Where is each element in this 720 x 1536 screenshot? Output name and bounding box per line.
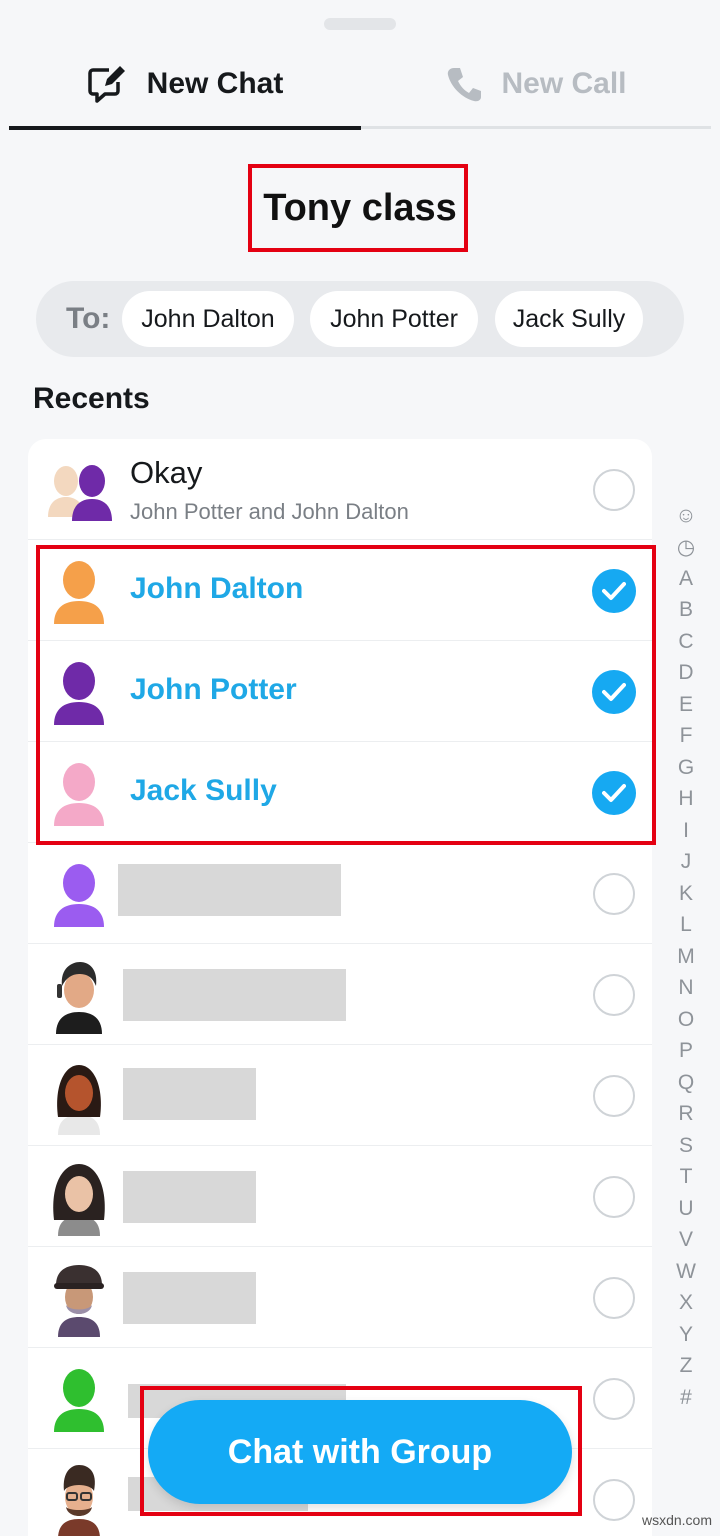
index-letter[interactable]: Q (670, 1067, 702, 1099)
bitmoji-avatar-icon (46, 1158, 112, 1236)
tab-new-chat-label: New Chat (146, 67, 284, 100)
index-letter[interactable]: R (670, 1099, 702, 1131)
conversation-members: John Potter and John Dalton (130, 499, 409, 524)
tab-bar: New Chat New Call (0, 40, 720, 130)
conversation-name: Okay (130, 455, 203, 490)
drag-handle[interactable] (324, 18, 396, 30)
select-radio[interactable] (593, 1075, 635, 1117)
active-tab-underline (9, 126, 361, 130)
list-item[interactable]: Okay John Potter and John Dalton (28, 439, 652, 540)
recipient-chip[interactable]: John Dalton (122, 291, 294, 347)
select-radio[interactable] (593, 1479, 635, 1521)
tab-divider (361, 126, 711, 129)
redacted-name (123, 1171, 256, 1223)
new-chat-icon (87, 64, 129, 104)
violet-person-icon (46, 855, 112, 933)
list-item[interactable] (28, 1045, 652, 1146)
index-letter[interactable]: G (670, 752, 702, 784)
group-avatar-icon (46, 451, 112, 529)
recipient-bar[interactable]: To: John Dalton John Potter Jack Sully (36, 281, 684, 357)
index-letter[interactable]: W (670, 1256, 702, 1288)
index-recent-icon[interactable]: ◷ (670, 532, 702, 564)
tab-new-call[interactable]: New Call (361, 40, 711, 128)
recents-heading: Recents (33, 382, 150, 415)
bitmoji-avatar-icon (46, 956, 112, 1034)
index-letter[interactable]: H (670, 784, 702, 816)
index-letter[interactable]: O (670, 1004, 702, 1036)
index-letter[interactable]: I (670, 815, 702, 847)
button-highlight-box (140, 1386, 582, 1516)
index-smiley-icon[interactable]: ☺ (670, 500, 702, 532)
to-label: To: (66, 302, 111, 335)
select-radio[interactable] (593, 1176, 635, 1218)
redacted-name (118, 864, 341, 916)
phone-icon (445, 65, 483, 103)
index-letter[interactable]: X (670, 1288, 702, 1320)
tab-new-call-label: New Call (501, 67, 627, 100)
index-letter[interactable]: U (670, 1193, 702, 1225)
list-item[interactable] (28, 944, 652, 1045)
tab-new-chat[interactable]: New Chat (9, 40, 361, 128)
select-radio[interactable] (593, 873, 635, 915)
title-highlight-box (248, 164, 468, 252)
list-item[interactable] (28, 843, 652, 944)
alphabet-index[interactable]: ☺ ◷ A B C D E F G H I J K L M N O P Q R … (670, 500, 702, 1414)
index-letter[interactable]: T (670, 1162, 702, 1194)
index-letter[interactable]: V (670, 1225, 702, 1257)
bitmoji-avatar-icon (46, 1057, 112, 1135)
recipient-chip[interactable]: John Potter (310, 291, 478, 347)
selection-highlight-box (36, 545, 656, 845)
index-letter[interactable]: A (670, 563, 702, 595)
index-letter[interactable]: P (670, 1036, 702, 1068)
index-letter[interactable]: K (670, 878, 702, 910)
index-letter[interactable]: # (670, 1382, 702, 1414)
index-letter[interactable]: Y (670, 1319, 702, 1351)
index-letter[interactable]: S (670, 1130, 702, 1162)
list-item[interactable] (28, 1146, 652, 1247)
bitmoji-avatar-icon (46, 1461, 112, 1536)
index-letter[interactable]: L (670, 910, 702, 942)
index-letter[interactable]: N (670, 973, 702, 1005)
index-letter[interactable]: M (670, 941, 702, 973)
index-letter[interactable]: E (670, 689, 702, 721)
select-radio[interactable] (593, 469, 635, 511)
redacted-name (123, 969, 346, 1021)
index-letter[interactable]: F (670, 721, 702, 753)
bitmoji-avatar-icon (46, 1259, 112, 1337)
index-letter[interactable]: C (670, 626, 702, 658)
select-radio[interactable] (593, 1277, 635, 1319)
select-radio[interactable] (593, 974, 635, 1016)
index-letter[interactable]: Z (670, 1351, 702, 1383)
index-letter[interactable]: B (670, 595, 702, 627)
green-person-icon (46, 1360, 112, 1438)
watermark: wsxdn.com (641, 1512, 712, 1528)
index-letter[interactable]: J (670, 847, 702, 879)
index-letter[interactable]: D (670, 658, 702, 690)
list-item[interactable] (28, 1247, 652, 1348)
recipient-chip[interactable]: Jack Sully (495, 291, 643, 347)
redacted-name (123, 1068, 256, 1120)
select-radio[interactable] (593, 1378, 635, 1420)
redacted-name (123, 1272, 256, 1324)
